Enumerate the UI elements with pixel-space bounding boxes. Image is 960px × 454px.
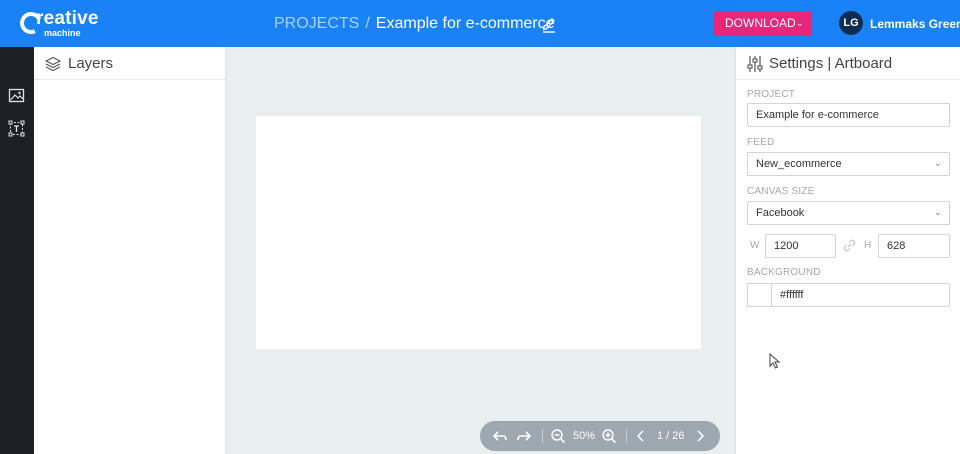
chevron-down-icon: ⌄ [796, 18, 804, 28]
project-label: PROJECT [747, 89, 796, 100]
width-label: W [750, 240, 760, 251]
toolbar-divider [542, 429, 543, 443]
background-label: BACKGROUND [747, 267, 821, 278]
tool-rail [0, 47, 34, 454]
canvas-toolbar: 50% 1 / 26 [480, 421, 720, 451]
feed-value: New_ecommerce [756, 158, 842, 170]
settings-header: Settings | Artboard [736, 47, 960, 80]
feed-label: FEED [747, 137, 775, 148]
layers-icon [45, 56, 61, 72]
project-name-input[interactable]: Example for e-commerce [747, 103, 950, 127]
link-icon[interactable] [843, 239, 856, 252]
feed-select[interactable]: New_ecommerce ⌄ [747, 152, 950, 176]
sliders-icon [747, 56, 763, 72]
background-color-swatch[interactable] [747, 283, 772, 307]
text-tool-icon[interactable] [8, 120, 25, 137]
background-color-input[interactable]: #ffffff [771, 283, 950, 307]
download-button[interactable]: DOWNLOAD ⌄ [714, 11, 812, 36]
pencil-icon[interactable] [541, 15, 557, 33]
layers-title: Layers [68, 55, 114, 72]
avatar[interactable]: LG [839, 11, 863, 35]
height-input[interactable]: 628 [878, 234, 950, 258]
image-icon[interactable] [8, 87, 25, 104]
zoom-level: 50% [573, 430, 596, 442]
canvas-size-value: Facebook [756, 207, 805, 219]
chevron-right-icon[interactable] [692, 428, 708, 444]
undo-icon[interactable] [492, 428, 508, 444]
user-name[interactable]: Lemmaks Green [870, 17, 960, 31]
brand-logo[interactable]: reative machine [16, 8, 110, 39]
logo-subtext: machine [44, 28, 81, 38]
zoom-out-icon[interactable] [550, 428, 566, 444]
layers-header: Layers [34, 47, 225, 80]
breadcrumb-separator: / [365, 15, 370, 32]
chevron-left-icon[interactable] [633, 428, 649, 444]
canvas-area[interactable]: 50% 1 / 26 [227, 47, 735, 454]
height-label: H [864, 240, 872, 251]
chevron-down-icon: ⌄ [933, 158, 942, 169]
settings-panel: Settings | Artboard PROJECT Example for … [735, 47, 960, 454]
toolbar-divider [626, 429, 627, 443]
canvas-size-label: CANVAS SIZE [747, 186, 815, 197]
project-title: Example for e-commerce [375, 15, 555, 32]
top-bar: reative machine PROJECTS / Example for e-c… [0, 0, 960, 47]
logo-text: reative [36, 8, 99, 29]
artboard[interactable] [256, 116, 701, 349]
chevron-down-icon: ⌄ [933, 207, 942, 218]
mouse-cursor-icon [769, 353, 781, 369]
redo-icon[interactable] [516, 428, 532, 444]
download-label: DOWNLOAD [725, 16, 796, 30]
layers-panel: Layers [34, 47, 226, 454]
page-indicator: 1 / 26 [657, 430, 685, 442]
settings-title: Settings | Artboard [769, 55, 893, 72]
width-input[interactable]: 1200 [765, 234, 836, 258]
breadcrumb: PROJECTS / Example for e-commerce [274, 15, 555, 33]
breadcrumb-projects-link[interactable]: PROJECTS [274, 15, 359, 32]
canvas-size-select[interactable]: Facebook ⌄ [747, 201, 950, 225]
zoom-in-icon[interactable] [601, 428, 617, 444]
